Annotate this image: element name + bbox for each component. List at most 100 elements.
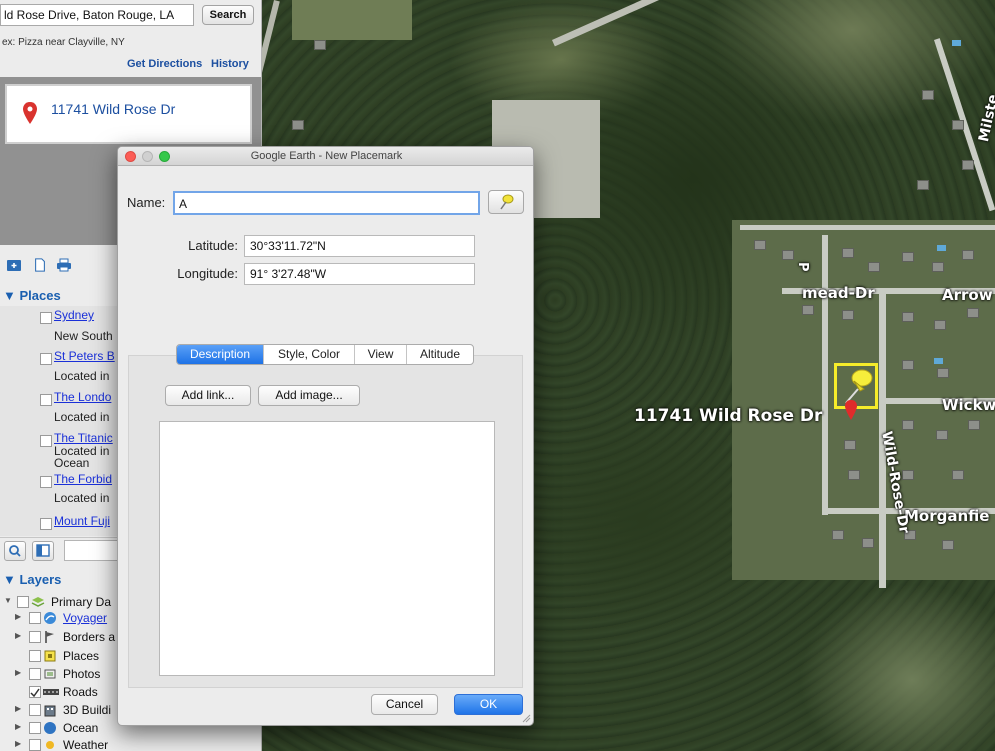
layer-label: Borders a: [63, 630, 116, 644]
place-desc: Located in: [54, 410, 110, 424]
layer-checkbox-checked[interactable]: [29, 686, 41, 698]
place-checkbox[interactable]: [40, 518, 52, 530]
tab-description[interactable]: Description: [177, 345, 264, 364]
place-title[interactable]: The Londo: [54, 390, 111, 404]
pool: [952, 40, 961, 46]
expand-triangle-icon[interactable]: ▶: [15, 612, 21, 621]
cancel-button[interactable]: Cancel: [371, 694, 438, 715]
tab-view[interactable]: View: [355, 345, 407, 364]
house: [962, 250, 974, 260]
dialog-title: Google Earth - New Placemark: [250, 150, 403, 162]
house: [936, 430, 948, 440]
copy-icon[interactable]: [32, 258, 48, 272]
place-checkbox[interactable]: [40, 394, 52, 406]
layer-checkbox[interactable]: [29, 722, 41, 734]
expand-triangle-icon[interactable]: ▶: [15, 631, 21, 640]
placemark-label[interactable]: 11741 Wild Rose Dr: [634, 406, 822, 426]
placemark-icon-button[interactable]: [488, 190, 524, 214]
longitude-field[interactable]: 91° 3'27.48"W: [244, 263, 475, 285]
house: [962, 160, 974, 170]
layer-checkbox[interactable]: [29, 704, 41, 716]
street-label-milste: Milste: [976, 92, 995, 144]
house: [934, 320, 946, 330]
search-button[interactable]: Search: [202, 5, 254, 25]
house: [922, 90, 934, 100]
layer-label: Places: [63, 649, 100, 663]
description-textarea[interactable]: [159, 421, 495, 676]
name-label: Name:: [127, 195, 166, 210]
add-link-button[interactable]: Add link...: [165, 385, 251, 406]
resize-grip-icon[interactable]: [521, 713, 531, 723]
panel-icon: [36, 544, 50, 557]
layer-label: Photos: [63, 667, 101, 681]
street-top: [740, 225, 995, 230]
house: [902, 420, 914, 430]
layer-checkbox[interactable]: [17, 596, 29, 608]
layer-label: Roads: [63, 685, 98, 699]
house: [782, 250, 794, 260]
tab-altitude[interactable]: Altitude: [407, 345, 473, 364]
house: [932, 262, 944, 272]
name-field[interactable]: A: [173, 191, 480, 215]
layer-label: Primary Da: [51, 595, 112, 609]
house: [917, 180, 929, 190]
weather-icon: [43, 738, 57, 751]
expand-triangle-icon[interactable]: ▶: [15, 668, 21, 677]
house: [842, 248, 854, 258]
yellow-pushpin-icon: [500, 194, 514, 210]
voyager-icon: [43, 611, 57, 625]
layer-checkbox[interactable]: [29, 650, 41, 662]
place-checkbox[interactable]: [40, 476, 52, 488]
layer-checkbox[interactable]: [29, 631, 41, 643]
expand-triangle-icon[interactable]: ▶: [15, 704, 21, 713]
layer-item[interactable]: ▶ Weather: [0, 737, 261, 751]
house: [902, 360, 914, 370]
search-places-button[interactable]: [4, 541, 26, 561]
tab-style-color[interactable]: Style, Color: [264, 345, 355, 364]
places-filter-input[interactable]: [64, 540, 124, 561]
search-input[interactable]: ld Rose Drive, Baton Rouge, LA: [0, 4, 194, 26]
house: [842, 310, 854, 320]
roads-icon: [43, 685, 59, 699]
photos-icon: [43, 667, 57, 681]
toggle-panel-button[interactable]: [32, 541, 54, 561]
history-link[interactable]: History: [211, 58, 249, 70]
get-directions-link[interactable]: Get Directions: [127, 58, 202, 70]
layers-icon: [31, 595, 45, 609]
place-title[interactable]: St Peters B: [54, 349, 115, 363]
dirt-road: [552, 0, 756, 47]
dialog-titlebar[interactable]: Google Earth - New Placemark: [118, 147, 533, 166]
expand-triangle-icon[interactable]: ▶: [15, 739, 21, 748]
place-title[interactable]: Sydney: [54, 308, 94, 322]
house: [902, 470, 914, 480]
layer-checkbox[interactable]: [29, 739, 41, 751]
latitude-label: Latitude:: [188, 238, 238, 253]
place-title[interactable]: Mount Fuji: [54, 514, 110, 528]
expand-triangle-icon[interactable]: ▶: [15, 722, 21, 731]
expand-triangle-icon[interactable]: ▼: [4, 596, 12, 605]
place-checkbox[interactable]: [40, 353, 52, 365]
ocean-icon: [43, 721, 57, 735]
house: [314, 40, 326, 50]
layer-label[interactable]: Voyager: [63, 611, 107, 625]
place-desc: Located in: [54, 369, 110, 383]
search-result-title[interactable]: 11741 Wild Rose Dr: [51, 101, 175, 117]
ok-button[interactable]: OK: [454, 694, 523, 715]
add-to-places-icon[interactable]: [6, 258, 22, 272]
add-image-button[interactable]: Add image...: [258, 385, 360, 406]
street-west: [822, 235, 828, 515]
place-title[interactable]: The Forbid: [54, 472, 112, 486]
layer-checkbox[interactable]: [29, 668, 41, 680]
place-title[interactable]: The Titanic: [54, 431, 113, 445]
house: [292, 120, 304, 130]
search-result-item[interactable]: 11741 Wild Rose Dr: [5, 84, 252, 144]
latitude-field[interactable]: 30°33'11.72"N: [244, 235, 475, 257]
pool: [934, 358, 943, 364]
house: [902, 252, 914, 262]
place-checkbox[interactable]: [40, 435, 52, 447]
house: [848, 470, 860, 480]
print-icon[interactable]: [56, 258, 72, 272]
house: [937, 368, 949, 378]
place-checkbox[interactable]: [40, 312, 52, 324]
layer-checkbox[interactable]: [29, 612, 41, 624]
